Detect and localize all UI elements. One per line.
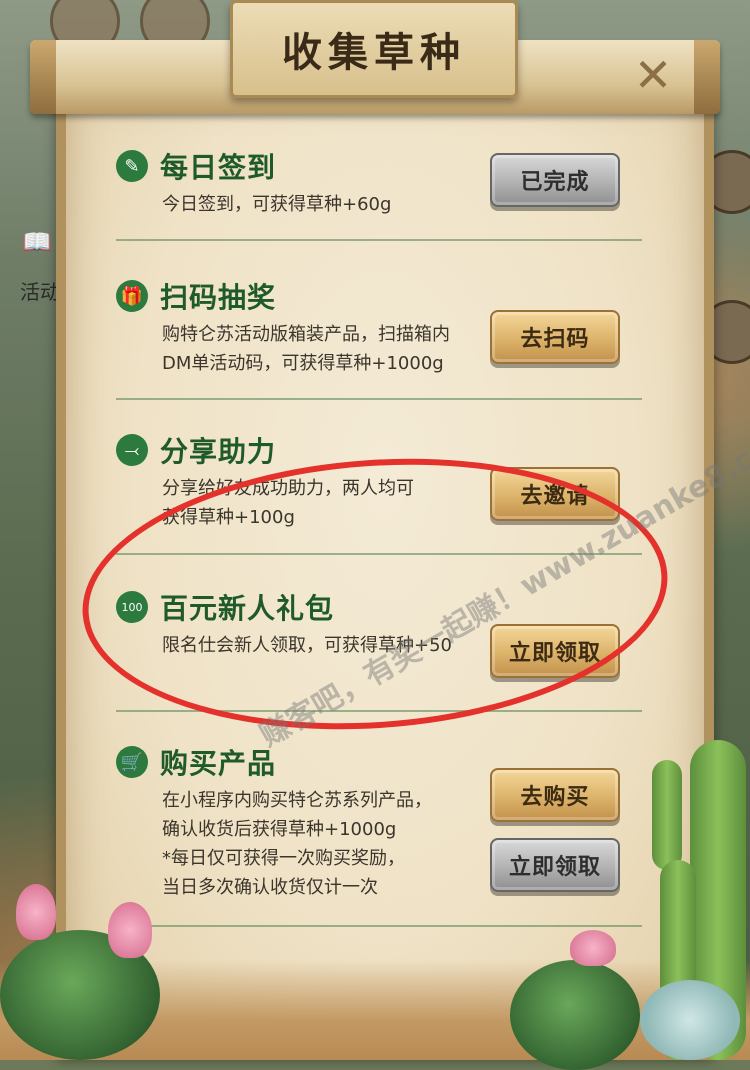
share-icon: ⤙ — [116, 434, 148, 466]
buy-button[interactable]: 去购买 — [490, 768, 620, 822]
gift-icon: 🎁 — [116, 280, 148, 312]
cart-icon: 🛒 — [116, 746, 148, 778]
title-plaque: 收集草种 — [230, 0, 518, 98]
close-icon[interactable]: ✕ — [628, 52, 678, 98]
claim-now-button-disabled[interactable]: 立即领取 — [490, 838, 620, 892]
cactus-arm-icon — [652, 760, 682, 870]
cactus-flower-icon — [570, 930, 616, 966]
completed-button[interactable]: 已完成 — [490, 153, 620, 207]
cactus-flower-left2-icon — [108, 902, 152, 958]
page-title: 收集草种 — [282, 30, 466, 76]
succulent-icon — [640, 980, 740, 1060]
task-title: 分享助力 — [160, 435, 277, 468]
divider — [116, 925, 642, 927]
task-title: 每日签到 — [160, 151, 277, 184]
barrel-cactus-icon — [510, 960, 640, 1070]
scan-button[interactable]: 去扫码 — [490, 310, 620, 364]
divider — [116, 239, 642, 241]
task-title: 购买产品 — [160, 747, 277, 780]
divider — [116, 398, 642, 400]
task-title: 扫码抽奖 — [160, 281, 277, 314]
book-icon[interactable]: 📖 — [22, 228, 52, 256]
left-side-label[interactable]: 活动 — [20, 276, 60, 305]
edit-icon: ✎ — [116, 150, 148, 182]
cactus-flower-left-icon — [16, 884, 56, 940]
